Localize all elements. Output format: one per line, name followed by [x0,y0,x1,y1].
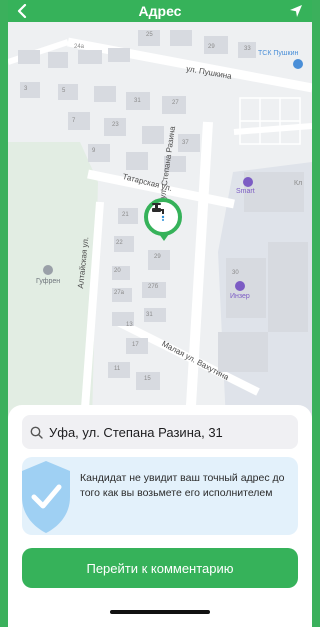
back-button[interactable] [12,0,32,22]
house-number: 30 [232,270,239,276]
house-number: 9 [92,148,96,154]
house-number: 3 [24,86,28,92]
house-number: 24а [74,44,85,50]
chevron-left-icon [17,4,27,18]
map-pin-marker[interactable] [144,198,182,236]
map-pin-tail [159,234,169,241]
house-number: 27б [148,284,159,290]
page-title: Адрес [138,3,182,19]
house-number: 23 [112,122,119,128]
house-number: 31 [134,98,141,104]
header-bar: Адрес [8,0,312,22]
house-number: 20 [114,268,121,274]
house-number: 25 [146,32,153,38]
poi-kl[interactable]: Кл [294,180,302,187]
house-number: 21 [122,212,129,218]
address-search-field[interactable]: Уфа, ул. Степана Разина, 31 [22,415,298,449]
house-number: 29 [154,254,161,260]
house-number: 27а [114,290,125,296]
house-number: 13 [126,322,133,328]
search-icon [30,426,43,439]
house-number: 7 [72,118,76,124]
address-value: Уфа, ул. Степана Разина, 31 [49,424,223,440]
house-number: 17 [132,342,139,348]
poi-tsk[interactable]: ТСК Пушкин [258,50,298,57]
faucet-icon [152,203,165,221]
house-number: 29 [208,44,215,50]
poi-gufren[interactable]: Гуфрен [36,278,60,285]
house-number: 31 [146,312,153,318]
phone-screen: Адрес ул. Пушкина Татарская ул. ул. Степ… [8,0,312,627]
notice-text: Кандидат не увидит ваш точный адрес до т… [80,472,285,499]
house-number: 5 [62,88,66,94]
poi-smart[interactable]: Smart [236,188,255,195]
house-number: 22 [116,240,123,246]
go-to-comment-button[interactable]: Перейти к комментарию [22,548,298,588]
house-number: 37 [182,140,189,146]
home-indicator [110,610,210,614]
button-label: Перейти к комментарию [86,560,234,576]
my-location-button[interactable] [286,0,306,22]
poi-inzer[interactable]: Инзер [230,293,250,300]
house-number: 27 [172,100,179,106]
map-view[interactable]: ул. Пушкина Татарская ул. ул. Степана Ра… [8,22,312,422]
house-number: 11 [114,366,121,372]
bottom-sheet: Уфа, ул. Степана Разина, 31 Кандидат не … [8,405,312,627]
house-number: 15 [144,376,151,382]
shield-check-icon [22,461,70,533]
house-number: 33 [244,46,251,52]
privacy-notice: Кандидат не увидит ваш точный адрес до т… [22,457,298,535]
navigation-arrow-icon [290,5,302,17]
